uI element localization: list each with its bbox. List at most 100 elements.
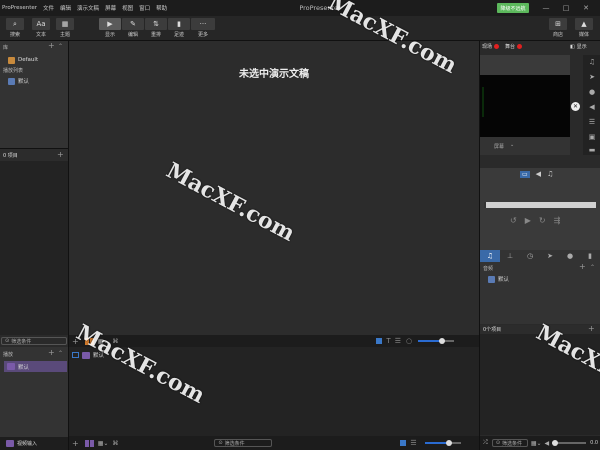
- minimize-icon[interactable]: —: [538, 0, 554, 16]
- search-button[interactable]: ⌕ 搜索: [5, 18, 25, 40]
- video-input-bar[interactable]: 视频输入: [0, 437, 68, 450]
- add-item-icon[interactable]: +: [57, 150, 64, 159]
- media-icon: ▲: [575, 18, 593, 30]
- divider: [479, 41, 480, 450]
- chevron-down-icon[interactable]: ⌄: [510, 142, 514, 148]
- library-filter[interactable]: ⊙ 筛选条件: [1, 337, 67, 345]
- announce-clear-icon[interactable]: ◀: [587, 102, 597, 112]
- audio-controls: ▭ ◀ ♫ ↺ ▶ ↻ ⇶: [480, 168, 600, 250]
- edit-button[interactable]: ✎ 编辑: [122, 18, 144, 40]
- audio-filter[interactable]: ⊙ 筛选条件: [491, 439, 528, 447]
- notes-button[interactable]: ▮ 足迹: [168, 18, 190, 40]
- theme-button[interactable]: ▦ 主题: [55, 18, 75, 40]
- text-clear-icon[interactable]: ☰: [587, 117, 597, 127]
- live-indicator-icon[interactable]: [494, 44, 500, 49]
- layout-icon-2[interactable]: [89, 439, 94, 447]
- theme-icon: ▦: [56, 18, 74, 30]
- forward-icon[interactable]: ↻: [539, 216, 546, 225]
- preview-footer: 屏幕 ⌄: [480, 137, 570, 155]
- stage-indicator-icon[interactable]: [517, 44, 523, 49]
- grid-view-icon[interactable]: [400, 440, 407, 446]
- transport-controls: ↺ ▶ ↻ ⇶: [510, 216, 560, 225]
- text-icon: Aa: [32, 18, 50, 30]
- library-item[interactable]: Default: [8, 55, 38, 65]
- bottom-filter[interactable]: ⊙ 筛选条件: [214, 439, 273, 447]
- add-item-icon[interactable]: +: [588, 324, 595, 333]
- menu-app[interactable]: ProPresenter: [2, 5, 37, 11]
- zoom-slider[interactable]: [418, 338, 455, 344]
- play-icon[interactable]: ▶: [525, 216, 531, 225]
- text-view-icon[interactable]: T: [386, 337, 390, 345]
- screen-select[interactable]: 屏幕: [494, 143, 504, 150]
- library-header: 库: [3, 44, 9, 51]
- shuffle-icon[interactable]: ⇶: [554, 216, 561, 225]
- menu-window[interactable]: 窗口: [139, 4, 150, 12]
- show-toggle[interactable]: ◧ 显示: [570, 43, 587, 51]
- collapse-icon[interactable]: ⌃: [58, 43, 63, 50]
- audio-progress[interactable]: [484, 202, 596, 208]
- empty-message: 未选中演示文稿: [239, 69, 309, 80]
- audio-library-item[interactable]: 默认: [488, 274, 509, 284]
- add-playlist-icon[interactable]: +: [48, 348, 55, 357]
- timer-tab[interactable]: ◷: [520, 250, 540, 262]
- audio-library-panel: 音频 + ⌃ 默认: [480, 262, 600, 324]
- mic-tab[interactable]: ⊥: [500, 250, 520, 262]
- list-view-icon[interactable]: ☰: [410, 439, 416, 447]
- menu-view[interactable]: 视图: [122, 4, 133, 12]
- grid-icon[interactable]: ▦⌄: [98, 440, 109, 447]
- register-button[interactable]: 降级不远航: [497, 3, 529, 13]
- sort-icon[interactable]: ▦⌄: [531, 440, 542, 447]
- collapse-icon[interactable]: ⌃: [590, 264, 595, 271]
- audio-clear-icon[interactable]: ♫: [587, 57, 597, 67]
- collapse-icon[interactable]: ⌃: [58, 350, 63, 357]
- announce-tab-icon[interactable]: ◀: [536, 170, 541, 178]
- store-button[interactable]: ⊞ 商店: [548, 18, 568, 40]
- add-library-icon[interactable]: +: [48, 41, 55, 50]
- show-icon: ◧: [570, 43, 575, 50]
- volume-value: 0.0: [590, 440, 599, 446]
- bookmark-icon[interactable]: ⌘: [112, 440, 118, 447]
- checkbox-icon[interactable]: [72, 352, 79, 358]
- music-tab-icon[interactable]: ♫: [547, 170, 553, 178]
- playlist-selected-item[interactable]: 默认: [4, 361, 67, 372]
- show-button[interactable]: ▶ 显示: [99, 18, 121, 40]
- background-clear-icon[interactable]: ▣: [587, 132, 597, 142]
- props-tab[interactable]: ➤: [540, 250, 560, 262]
- playlist-panel-header: 播放: [3, 351, 14, 358]
- add-icon[interactable]: +: [72, 439, 79, 448]
- playlist-tab-icon[interactable]: ▭: [520, 170, 530, 178]
- zoom-slider[interactable]: [424, 440, 461, 446]
- audio-items-header: 0个项目: [483, 327, 502, 333]
- reflow-button[interactable]: ⇅ 重排: [145, 18, 167, 40]
- audio-tabs: ▭ ◀ ♫: [520, 170, 553, 178]
- shuffle-icon[interactable]: ⤮: [483, 439, 488, 447]
- menu-bar: ProPresenter 文件 编辑 演示文稿 屏幕 视图 窗口 帮助: [2, 0, 167, 16]
- list-view-icon[interactable]: ☰: [395, 337, 401, 345]
- filter-icon: ⊙: [218, 440, 223, 446]
- audio-tab[interactable]: ♫: [480, 250, 500, 262]
- media-button[interactable]: ▲ 媒体: [574, 18, 594, 40]
- message-tab[interactable]: ●: [560, 250, 580, 262]
- bottom-toolbar: + ▦⌄ ⌘ ⊙ 筛选条件 ☰: [68, 436, 480, 450]
- more-button[interactable]: ··· 更多: [191, 18, 215, 40]
- menu-edit[interactable]: 编辑: [60, 4, 71, 12]
- maximize-icon[interactable]: □: [558, 0, 574, 16]
- video-clear-icon[interactable]: ▬: [587, 146, 597, 154]
- menu-file[interactable]: 文件: [43, 4, 54, 12]
- volume-slider[interactable]: [552, 440, 587, 446]
- text-button[interactable]: Aa 文本: [31, 18, 51, 40]
- playlist-item[interactable]: 默认: [8, 76, 29, 86]
- menu-presentation[interactable]: 演示文稿: [77, 4, 99, 12]
- clear-all-icon[interactable]: ✕: [571, 102, 580, 111]
- close-icon[interactable]: ✕: [578, 0, 594, 16]
- zoom-icon: ○: [405, 337, 413, 345]
- props-clear-icon[interactable]: ➤: [587, 72, 597, 82]
- messages-clear-icon[interactable]: ●: [587, 87, 597, 97]
- rewind-icon[interactable]: ↺: [510, 216, 517, 225]
- menu-screen[interactable]: 屏幕: [105, 4, 116, 12]
- grid-view-icon[interactable]: [376, 338, 383, 344]
- add-audio-icon[interactable]: +: [579, 262, 586, 271]
- layout-icon[interactable]: [84, 439, 89, 447]
- stage-tab[interactable]: ▮: [580, 250, 600, 262]
- menu-help[interactable]: 帮助: [156, 4, 167, 12]
